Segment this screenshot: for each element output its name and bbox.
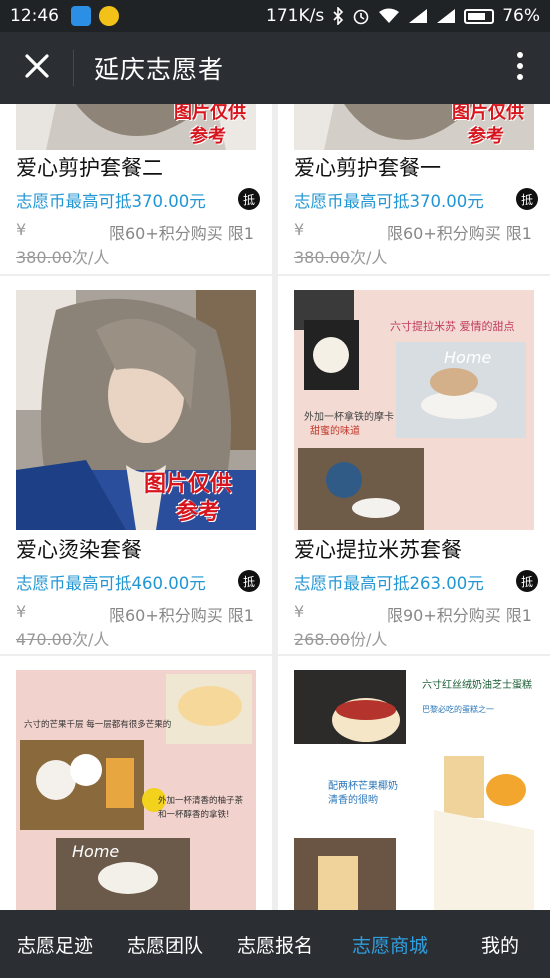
status-right: 171K/s 76% xyxy=(266,6,540,26)
deduct-badge: 抵 xyxy=(238,570,260,592)
image-caption: 六寸的芒果千层 每一层都有很多芒果的 xyxy=(24,720,172,730)
product-name: 爱心提拉米苏套餐 xyxy=(294,538,462,562)
coin-deduction: 志愿币最高可抵460.00元 xyxy=(16,574,206,593)
status-bar: 12:46 171K/s 76% xyxy=(0,0,550,32)
page-title: 延庆志愿者 xyxy=(94,55,225,84)
product-image: 图片仅供 参考 xyxy=(294,104,534,150)
image-caption: 配两杯芒果椰奶 清香的很哟 xyxy=(328,781,398,806)
nav-item-1[interactable]: 志愿团队 xyxy=(110,931,220,958)
deduct-badge: 抵 xyxy=(516,570,538,592)
original-price: 268.00份/人 xyxy=(294,630,388,649)
yen-symbol: ¥ xyxy=(16,602,27,621)
image-caption: 六寸提拉米苏 爱情的甜点 xyxy=(390,320,515,333)
coin-deduction: 志愿币最高可抵370.00元 xyxy=(16,192,206,211)
image-caption: 六寸红丝绒奶油芝士蛋糕 xyxy=(422,680,532,691)
battery-icon xyxy=(464,8,495,24)
yen-symbol: ¥ xyxy=(294,602,305,621)
image-caption: 外加一杯清香的柚子茶 xyxy=(158,796,244,806)
bottom-nav: 志愿足迹 志愿团队 志愿报名 志愿商城 我的 xyxy=(0,910,550,978)
reference-stamp: 参考 xyxy=(190,126,226,147)
product-image: 图片仅供 参考 xyxy=(16,290,256,530)
coin-deduction: 志愿币最高可抵263.00元 xyxy=(294,574,484,593)
purchase-limit: 限60+积分购买 限1 xyxy=(108,606,254,625)
purchase-limit: 限60+积分购买 限1 xyxy=(108,224,254,243)
close-button[interactable] xyxy=(0,50,74,86)
nav-item-2[interactable]: 志愿报名 xyxy=(220,931,330,958)
image-caption: Home xyxy=(72,842,120,861)
product-card[interactable]: 图片仅供 参考 爱心剪护套餐二 志愿币最高可抵370.00元 抵 ¥ 限60+积… xyxy=(0,104,272,274)
nav-item-0[interactable]: 志愿足迹 xyxy=(0,931,110,958)
battery-percent: 76% xyxy=(502,6,540,26)
product-name: 爱心剪护套餐二 xyxy=(16,156,163,180)
deduct-badge: 抵 xyxy=(516,188,538,210)
image-caption: Home xyxy=(444,348,492,367)
more-button[interactable] xyxy=(490,32,550,104)
product-image: 图片仅供 参考 xyxy=(16,104,256,150)
network-speed: 171K/s xyxy=(266,6,325,26)
purchase-limit: 限60+积分购买 限1 xyxy=(386,224,532,243)
product-name: 爱心剪护套餐一 xyxy=(294,156,441,180)
reference-stamp: 图片仅供 xyxy=(452,104,524,123)
product-list: 图片仅供 参考 爱心剪护套餐二 志愿币最高可抵370.00元 抵 ¥ 限60+积… xyxy=(0,104,550,910)
deduct-badge: 抵 xyxy=(238,188,260,210)
image-caption: 巴黎必吃的蛋糕之一 xyxy=(422,705,494,714)
product-name: 爱心烫染套餐 xyxy=(16,538,142,562)
original-price: 380.00次/人 xyxy=(294,248,388,267)
signal-icon xyxy=(408,8,428,24)
yen-symbol: ¥ xyxy=(294,220,305,239)
product-image: 六寸提拉米苏 爱情的甜点 外加一杯拿铁的摩卡 甜蜜的味道 Home xyxy=(294,290,534,530)
reference-stamp: 图片仅供 xyxy=(174,104,246,123)
product-card[interactable]: 六寸提拉米苏 爱情的甜点 外加一杯拿铁的摩卡 甜蜜的味道 Home 爱心提拉米苏… xyxy=(278,276,550,654)
title-bar: 延庆志愿者 xyxy=(0,32,550,104)
bluetooth-icon xyxy=(332,7,344,25)
image-caption: 和一杯醇香的拿铁! xyxy=(158,810,230,820)
alarm-icon xyxy=(352,7,370,25)
app-notification-icon xyxy=(71,6,91,26)
close-icon xyxy=(24,53,50,83)
product-image: 六寸的芒果千层 每一层都有很多芒果的 外加一杯清香的柚子茶 和一杯醇香的拿铁! … xyxy=(16,670,256,910)
wifi-icon xyxy=(378,8,400,24)
coin-deduction: 志愿币最高可抵370.00元 xyxy=(294,192,484,211)
original-price: 380.00次/人 xyxy=(16,248,110,267)
product-image: 六寸红丝绒奶油芝士蛋糕 巴黎必吃的蛋糕之一 配两杯芒果椰奶 清香的很哟 xyxy=(294,670,534,910)
product-card[interactable]: 六寸的芒果千层 每一层都有很多芒果的 外加一杯清香的柚子茶 和一杯醇香的拿铁! … xyxy=(0,656,272,910)
product-card[interactable]: 图片仅供 参考 爱心剪护套餐一 志愿币最高可抵370.00元 抵 ¥ 限60+积… xyxy=(278,104,550,274)
product-card[interactable]: 图片仅供 参考 爱心烫染套餐 志愿币最高可抵460.00元 抵 ¥ 限60+积分… xyxy=(0,276,272,654)
product-card[interactable]: 六寸红丝绒奶油芝士蛋糕 巴黎必吃的蛋糕之一 配两杯芒果椰奶 清香的很哟 xyxy=(278,656,550,910)
purchase-limit: 限90+积分购买 限1 xyxy=(386,606,532,625)
image-caption: 甜蜜的味道 xyxy=(310,426,360,437)
original-price: 470.00次/人 xyxy=(16,630,110,649)
reference-stamp: 参考 xyxy=(468,126,504,147)
reference-stamp: 参考 xyxy=(176,499,221,525)
app-notification-icon xyxy=(99,6,119,26)
nav-item-4[interactable]: 我的 xyxy=(450,931,550,958)
nav-item-3[interactable]: 志愿商城 xyxy=(330,931,450,958)
image-caption: 外加一杯拿铁的摩卡 xyxy=(304,412,394,423)
screen: 12:46 171K/s 76% 延庆志愿者 图片仅供 参考 爱心剪护套餐二 志… xyxy=(0,0,550,978)
more-vertical-icon xyxy=(516,51,524,85)
yen-symbol: ¥ xyxy=(16,220,27,239)
signal-icon xyxy=(436,8,456,24)
status-time: 12:46 xyxy=(10,6,59,26)
